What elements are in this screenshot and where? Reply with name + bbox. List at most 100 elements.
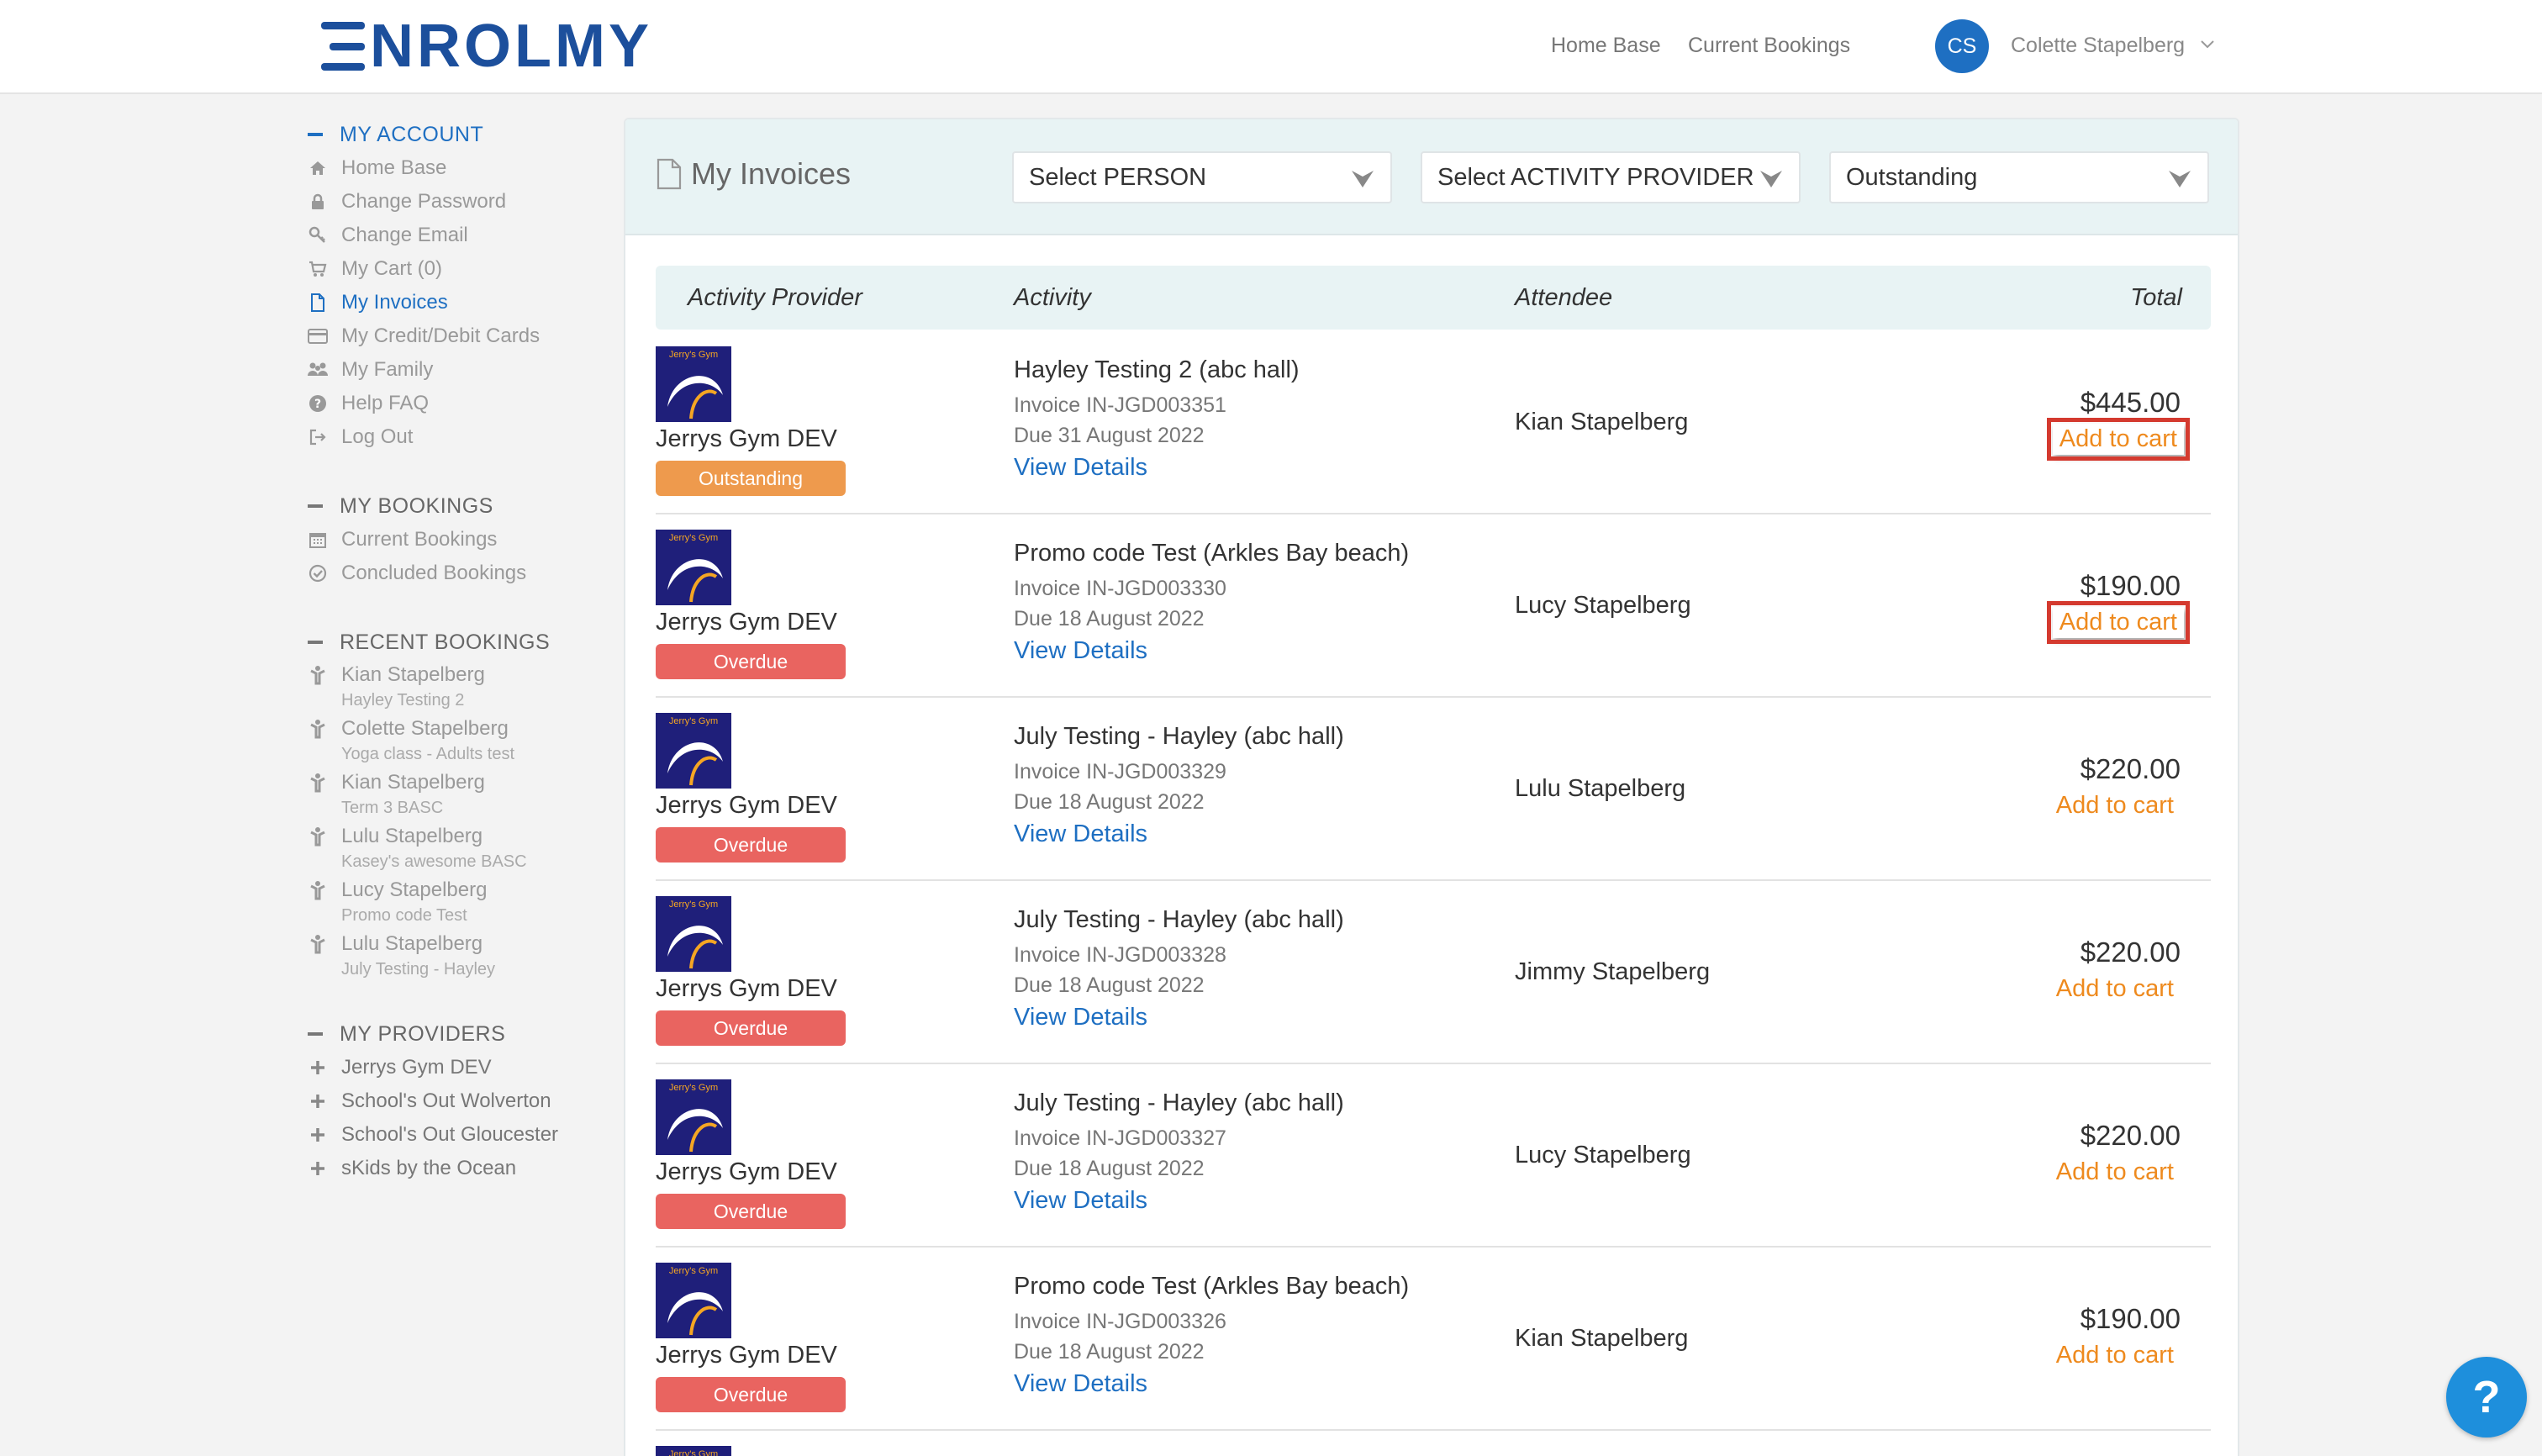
- column-header: Total: [2130, 284, 2182, 311]
- view-details-link[interactable]: View Details: [1014, 820, 1147, 848]
- recent-booking-activity: Yoga class - Adults test: [341, 745, 515, 763]
- sidebar-item-change-password[interactable]: Change Password: [308, 185, 610, 219]
- recent-booking-name: Lulu Stapelberg: [341, 825, 483, 847]
- recent-booking-item[interactable]: Colette Stapelberg Yoga class - Adults te…: [308, 713, 610, 767]
- provider-logo: Jerry's Gym: [656, 1446, 731, 1456]
- invoice-total: $220.00: [2080, 753, 2181, 784]
- plus-icon: [308, 1158, 328, 1179]
- section-recent-bookings[interactable]: RECENT BOOKINGS: [308, 625, 610, 659]
- sidebar-item-home-base[interactable]: Home Base: [308, 151, 610, 185]
- provider-logo: Jerry's Gym: [656, 1263, 731, 1338]
- recent-booking-item[interactable]: Kian Stapelberg Term 3 BASC: [308, 767, 610, 820]
- nav-current-bookings[interactable]: Current Bookings: [1688, 34, 1850, 58]
- invoice-number: Invoice IN-JGD003329: [1014, 760, 1226, 783]
- add-to-cart-button[interactable]: Add to cart: [2049, 1340, 2181, 1371]
- sidebar-item-current-bookings[interactable]: Current Bookings: [308, 523, 610, 557]
- provider-item[interactable]: Jerrys Gym DEV: [308, 1051, 610, 1084]
- enrolmy-logo[interactable]: NROLMY: [321, 13, 652, 80]
- recent-booking-item[interactable]: Kian Stapelberg Hayley Testing 2: [308, 659, 610, 713]
- provider-name: School's Out Gloucester: [341, 1123, 559, 1146]
- select-status-dropdown[interactable]: Outstanding: [1829, 151, 2209, 203]
- sidebar-item-my-cart[interactable]: My Cart (0): [308, 252, 610, 286]
- add-to-cart-button[interactable]: Add to cart: [2049, 973, 2181, 1005]
- status-badge: Overdue: [656, 827, 846, 863]
- provider-name: Jerrys Gym DEV: [656, 1342, 837, 1369]
- credit-card-icon: [308, 326, 328, 346]
- provider-item[interactable]: School's Out Wolverton: [308, 1084, 610, 1118]
- help-button[interactable]: ?: [2446, 1357, 2527, 1438]
- provider-name: Jerrys Gym DEV: [656, 425, 837, 452]
- dropdown-arrow-icon: [1760, 171, 1782, 187]
- section-my-providers[interactable]: MY PROVIDERS: [308, 1017, 610, 1051]
- recent-booking-name: Kian Stapelberg: [341, 771, 485, 794]
- view-details-link[interactable]: View Details: [1014, 1187, 1147, 1215]
- attendee-name: Lulu Stapelberg: [1515, 775, 1686, 802]
- add-to-cart-button[interactable]: Add to cart: [2046, 418, 2191, 461]
- sidebar-item-my-family[interactable]: My Family: [308, 353, 610, 387]
- provider-item[interactable]: School's Out Gloucester: [308, 1118, 610, 1152]
- recent-booking-activity: Term 3 BASC: [341, 799, 444, 817]
- chevron-down-icon[interactable]: [2199, 35, 2216, 52]
- sidebar-item-concluded-bookings[interactable]: Concluded Bookings: [308, 557, 610, 590]
- top-header: NROLMY Home Base Current Bookings CS Col…: [0, 0, 2542, 94]
- check-circle-icon: [308, 563, 328, 583]
- logo-text: NROLMY: [370, 13, 652, 80]
- person-icon: [308, 824, 328, 849]
- home-icon: [308, 158, 328, 178]
- column-header: Activity Provider: [688, 284, 862, 311]
- due-date: Due 31 August 2022: [1014, 424, 1205, 447]
- document-icon: [657, 158, 682, 190]
- select-person-dropdown[interactable]: Select PERSON: [1012, 151, 1392, 203]
- attendee-name: Kian Stapelberg: [1515, 409, 1689, 435]
- page-title: My Invoices: [656, 156, 851, 192]
- view-details-link[interactable]: View Details: [1014, 454, 1147, 482]
- person-icon: [308, 770, 328, 795]
- select-provider-dropdown[interactable]: Select ACTIVITY PROVIDER: [1421, 151, 1801, 203]
- sidebar-item-my-cards[interactable]: My Credit/Debit Cards: [308, 319, 610, 353]
- nav-home-base[interactable]: Home Base: [1551, 34, 1661, 58]
- user-name[interactable]: Colette Stapelberg: [2011, 34, 2185, 58]
- column-header: Activity: [1014, 284, 1091, 311]
- attendee-name: Lucy Stapelberg: [1515, 1142, 1691, 1168]
- add-to-cart-button[interactable]: Add to cart: [2046, 601, 2191, 644]
- due-date: Due 18 August 2022: [1014, 973, 1205, 997]
- recent-booking-name: Colette Stapelberg: [341, 717, 509, 740]
- invoice-number: Invoice IN-JGD003326: [1014, 1310, 1226, 1333]
- activity-title: Hayley Testing 2 (abc hall): [1014, 356, 1300, 383]
- provider-logo: Jerry's Gym: [656, 896, 731, 972]
- attendee-name: Lucy Stapelberg: [1515, 592, 1691, 619]
- user-avatar[interactable]: CS: [1935, 19, 1989, 73]
- sidebar-item-my-invoices[interactable]: My Invoices: [308, 286, 610, 319]
- provider-name: Jerrys Gym DEV: [656, 609, 837, 636]
- sidebar-item-log-out[interactable]: Log Out: [308, 420, 610, 454]
- due-date: Due 18 August 2022: [1014, 607, 1205, 630]
- view-details-link[interactable]: View Details: [1014, 1004, 1147, 1031]
- family-icon: [308, 360, 328, 380]
- recent-booking-item[interactable]: Lulu Stapelberg Kasey's awesome BASC: [308, 820, 610, 874]
- sidebar-item-help-faq[interactable]: ? Help FAQ: [308, 387, 610, 420]
- recent-booking-name: Lucy Stapelberg: [341, 878, 488, 901]
- provider-logo: Jerry's Gym: [656, 713, 731, 789]
- recent-booking-item[interactable]: Lulu Stapelberg July Testing - Hayley: [308, 928, 610, 982]
- add-to-cart-button[interactable]: Add to cart: [2049, 1157, 2181, 1188]
- recent-booking-item[interactable]: Lucy Stapelberg Promo code Test: [308, 874, 610, 928]
- view-details-link[interactable]: View Details: [1014, 1370, 1147, 1398]
- attendee-name: Jimmy Stapelberg: [1515, 958, 1711, 985]
- attendee-name: Kian Stapelberg: [1515, 1325, 1689, 1352]
- recent-booking-activity: July Testing - Hayley: [341, 960, 496, 979]
- provider-item[interactable]: sKids by the Ocean: [308, 1152, 610, 1185]
- section-my-account[interactable]: MY ACCOUNT: [308, 118, 610, 151]
- person-icon: [308, 716, 328, 741]
- invoice-total: $190.00: [2080, 1303, 2181, 1334]
- person-icon: [308, 878, 328, 903]
- recent-booking-activity: Promo code Test: [341, 906, 467, 925]
- view-details-link[interactable]: View Details: [1014, 637, 1147, 665]
- section-my-bookings[interactable]: MY BOOKINGS: [308, 489, 610, 523]
- provider-logo: Jerry's Gym: [656, 346, 731, 422]
- logout-icon: [308, 427, 328, 447]
- sidebar-item-change-email[interactable]: Change Email: [308, 219, 610, 252]
- add-to-cart-button[interactable]: Add to cart: [2049, 790, 2181, 821]
- status-badge: Overdue: [656, 1010, 846, 1046]
- due-date: Due 18 August 2022: [1014, 1157, 1205, 1180]
- table-row: Jerry's Gym Jerrys Gym DEV Overdue July Tes…: [656, 881, 2211, 1064]
